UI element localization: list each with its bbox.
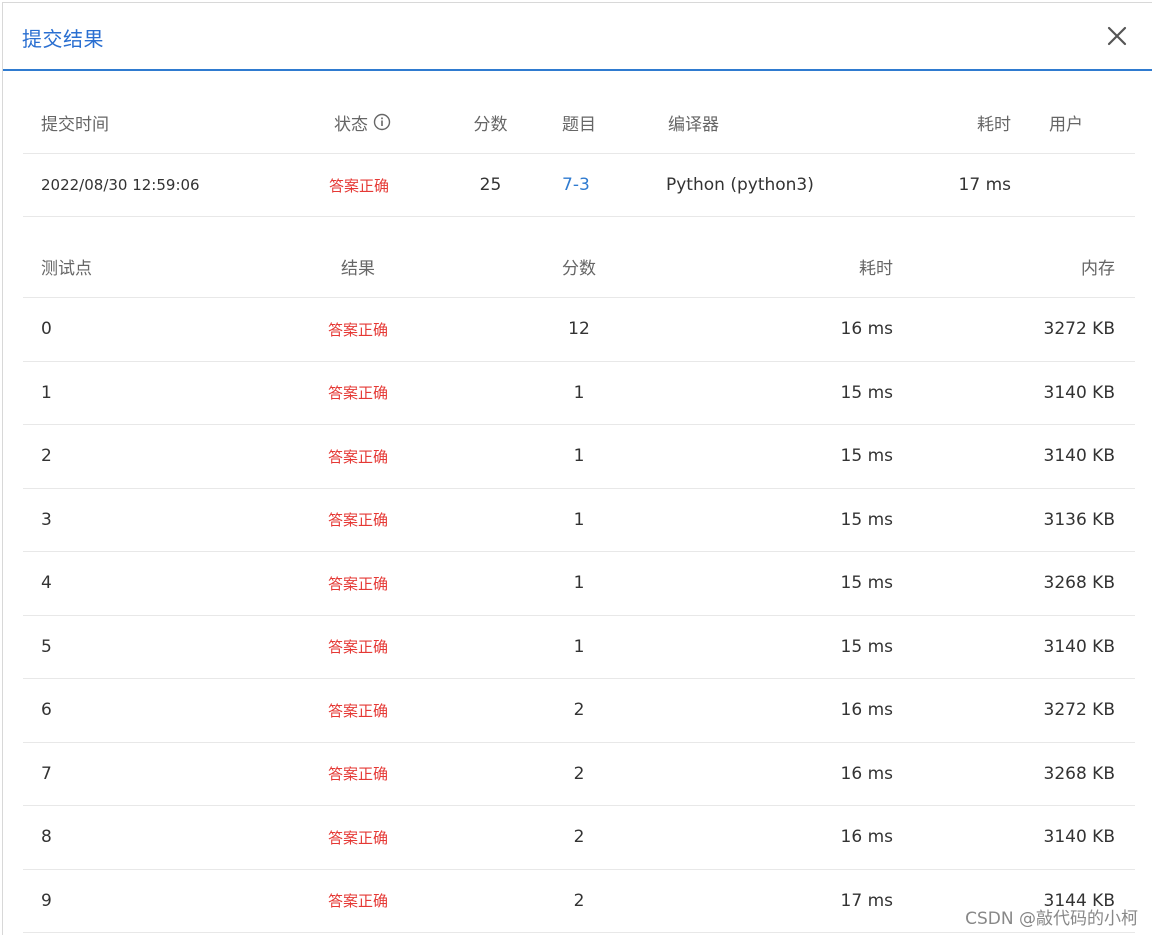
header-test-elapsed: 耗时 <box>859 258 893 279</box>
test-elapsed: 17 ms <box>840 890 893 911</box>
test-result: 答案正确 <box>327 447 388 466</box>
test-cases-table: 测试点 结果 分数 耗时 内存 0 答案正确 12 16 ms 3272 KB 1 答案正确… <box>23 235 1135 933</box>
test-memory: 3268 KB <box>1043 573 1115 594</box>
submit-time: 2022/08/30 12:59:06 <box>41 176 200 194</box>
test-elapsed: 16 ms <box>840 763 893 784</box>
test-case-id: 9 <box>41 890 52 911</box>
test-case-id: 6 <box>41 700 52 721</box>
test-score: 1 <box>573 382 585 403</box>
table-row: 2 答案正确 1 15 ms 3140 KB <box>23 425 1135 489</box>
test-result: 答案正确 <box>327 574 388 593</box>
header-test-case: 测试点 <box>41 258 92 279</box>
header-elapsed: 耗时 <box>977 114 1011 135</box>
test-memory: 3268 KB <box>1043 763 1115 784</box>
tests-header-row: 测试点 结果 分数 耗时 内存 <box>23 235 1135 298</box>
test-elapsed: 15 ms <box>840 509 893 530</box>
test-result: 答案正确 <box>327 638 388 657</box>
test-memory: 3140 KB <box>1043 446 1115 467</box>
test-score: 2 <box>573 890 585 911</box>
test-score: 12 <box>568 319 590 340</box>
header-submit-time: 提交时间 <box>41 114 109 135</box>
test-score: 1 <box>573 446 585 467</box>
table-row: 1 答案正确 1 15 ms 3140 KB <box>23 362 1135 425</box>
test-memory: 3272 KB <box>1043 319 1115 340</box>
test-result: 答案正确 <box>327 320 388 339</box>
header-score: 分数 <box>473 114 508 135</box>
test-case-id: 3 <box>41 509 52 530</box>
table-row: 5 答案正确 1 15 ms 3140 KB <box>23 616 1135 679</box>
test-result: 答案正确 <box>327 828 388 847</box>
submission-summary-table: 提交时间 状态 分数 题目 编译器 耗时 用户 2022/08/30 12:59… <box>23 91 1135 217</box>
table-row: 0 答案正确 12 16 ms 3272 KB <box>23 298 1135 362</box>
test-memory: 3140 KB <box>1043 827 1115 848</box>
test-case-id: 5 <box>41 636 52 657</box>
test-case-id: 7 <box>41 763 52 784</box>
test-memory: 3272 KB <box>1043 700 1115 721</box>
header-memory: 内存 <box>1081 258 1115 279</box>
test-memory: 3140 KB <box>1043 382 1115 403</box>
header-user: 用户 <box>1049 114 1083 135</box>
header-problem: 题目 <box>562 114 596 135</box>
test-score: 2 <box>573 827 585 848</box>
test-elapsed: 15 ms <box>840 446 893 467</box>
test-score: 2 <box>573 700 585 721</box>
test-memory: 3136 KB <box>1043 509 1115 530</box>
test-elapsed: 16 ms <box>840 319 893 340</box>
test-case-id: 0 <box>41 319 52 340</box>
summary-row: 2022/08/30 12:59:06 答案正确 25 7-3 Python (… <box>23 154 1135 217</box>
header-result: 结果 <box>341 258 375 279</box>
test-elapsed: 15 ms <box>840 636 893 657</box>
watermark: CSDN @敲代码的小柯 <box>965 909 1138 929</box>
test-elapsed: 16 ms <box>840 827 893 848</box>
table-row: 6 答案正确 2 16 ms 3272 KB <box>23 679 1135 743</box>
table-row: 3 答案正确 1 15 ms 3136 KB <box>23 489 1135 552</box>
test-score: 1 <box>573 636 585 657</box>
submission-result-modal: 提交结果 提交时间 状态 分数 题目 编译器 耗时 用户 2022/08/30 … <box>2 2 1152 935</box>
test-result: 答案正确 <box>327 892 388 911</box>
header-status-label: 状态 <box>334 114 368 135</box>
test-elapsed: 15 ms <box>840 573 893 594</box>
close-icon[interactable] <box>1106 25 1128 47</box>
modal-title: 提交结果 <box>22 27 104 51</box>
test-result: 答案正确 <box>327 384 388 403</box>
test-case-id: 4 <box>41 573 52 594</box>
test-result: 答案正确 <box>327 511 388 530</box>
status-badge: 答案正确 <box>329 176 390 195</box>
test-elapsed: 15 ms <box>840 382 893 403</box>
table-row: 7 答案正确 2 16 ms 3268 KB <box>23 743 1135 806</box>
problem-link[interactable]: 7-3 <box>562 154 590 216</box>
test-case-id: 1 <box>41 382 52 403</box>
test-result: 答案正确 <box>327 701 388 720</box>
header-compiler: 编译器 <box>668 114 719 135</box>
test-case-id: 8 <box>41 827 52 848</box>
test-score: 1 <box>573 573 585 594</box>
test-case-id: 2 <box>41 446 52 467</box>
total-score: 25 <box>479 175 502 195</box>
header-status: 状态 <box>334 91 391 153</box>
elapsed-value: 17 ms <box>958 175 1011 195</box>
test-score: 2 <box>573 763 585 784</box>
compiler-value: Python (python3) <box>666 175 814 195</box>
summary-header-row: 提交时间 状态 分数 题目 编译器 耗时 用户 <box>23 91 1135 154</box>
test-rows: 0 答案正确 12 16 ms 3272 KB 1 答案正确 1 15 ms 3140 KB 2 答案… <box>23 298 1135 933</box>
header-test-score: 分数 <box>562 258 596 279</box>
modal-header: 提交结果 <box>3 3 1152 71</box>
test-memory: 3140 KB <box>1043 636 1115 657</box>
test-elapsed: 16 ms <box>840 700 893 721</box>
test-score: 1 <box>573 509 585 530</box>
test-result: 答案正确 <box>327 765 388 784</box>
info-icon[interactable] <box>373 113 391 131</box>
table-row: 4 答案正确 1 15 ms 3268 KB <box>23 552 1135 616</box>
table-row: 8 答案正确 2 16 ms 3140 KB <box>23 806 1135 870</box>
